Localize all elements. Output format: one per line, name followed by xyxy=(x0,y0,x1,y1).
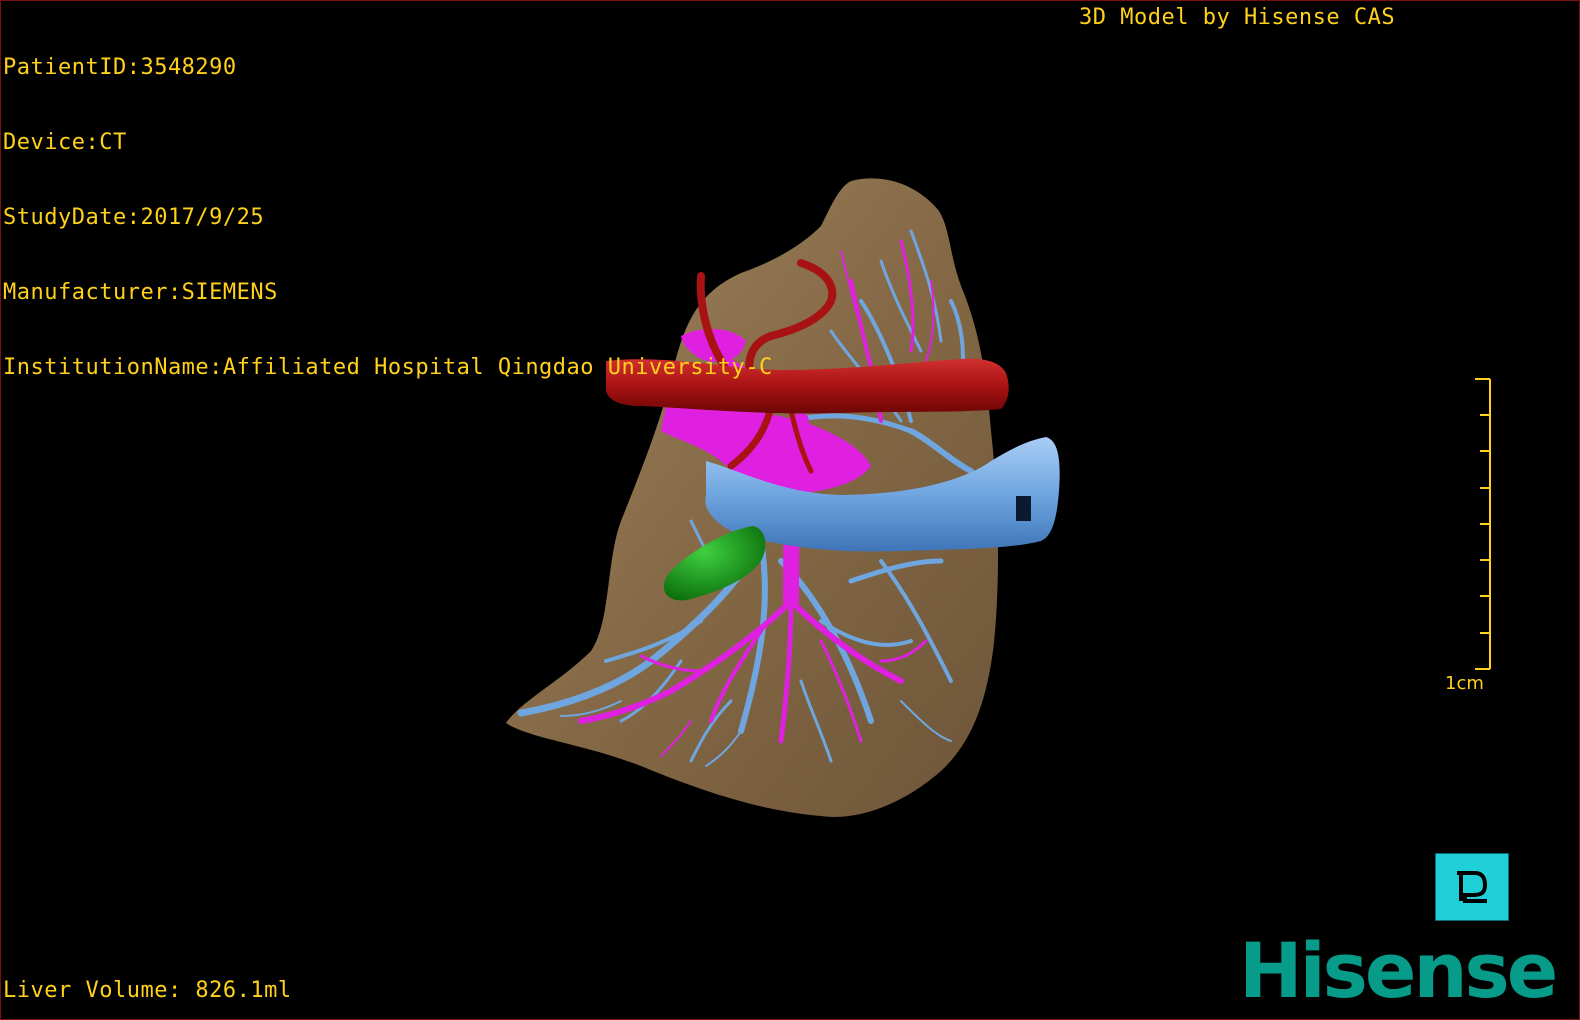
scale-bar xyxy=(1475,378,1491,670)
orientation-cube[interactable] xyxy=(1435,853,1509,921)
patient-id-text: PatientID:3548290 xyxy=(3,55,237,80)
manufacturer-text: Manufacturer:SIEMENS xyxy=(3,280,278,305)
3d-viewport[interactable]: PatientID:3548290 Device:CT StudyDate:20… xyxy=(0,0,1580,1020)
liver-volume-text: Liver Volume: 826.1ml xyxy=(3,978,292,1003)
study-date-text: StudyDate:2017/9/25 xyxy=(3,205,265,230)
patient-info-overlay: PatientID:3548290 Device:CT StudyDate:20… xyxy=(3,5,773,430)
institution-text: InstitutionName:Affiliated Hospital Qing… xyxy=(3,355,773,380)
orientation-face-icon xyxy=(1457,871,1488,903)
scale-bar-label: 1cm xyxy=(1445,673,1484,694)
hisense-logo: Hisense xyxy=(1239,926,1558,1015)
device-text: Device:CT xyxy=(3,130,127,155)
model-title: 3D Model by Hisense CAS xyxy=(1079,5,1396,30)
